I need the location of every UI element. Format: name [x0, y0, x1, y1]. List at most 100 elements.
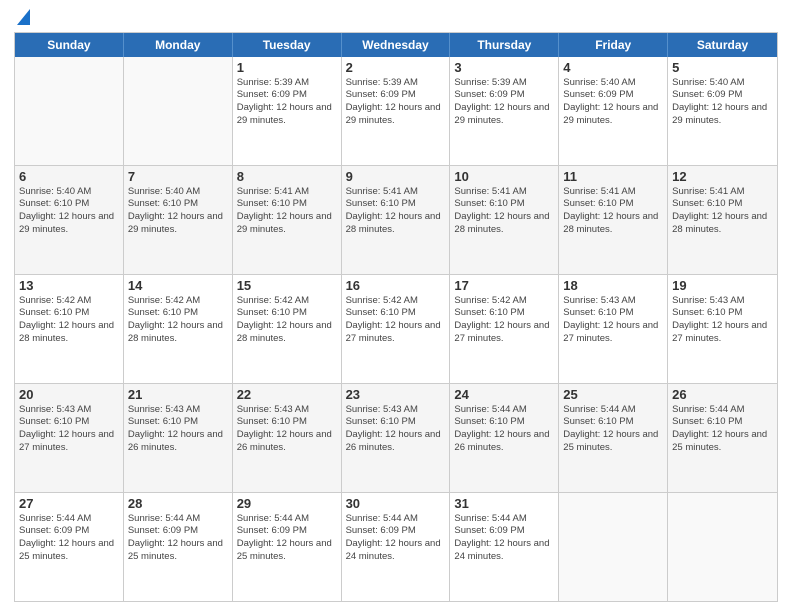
header-tuesday: Tuesday [233, 33, 342, 57]
calendar-cell: 28Sunrise: 5:44 AM Sunset: 6:09 PM Dayli… [124, 493, 233, 601]
day-info: Sunrise: 5:44 AM Sunset: 6:09 PM Dayligh… [454, 513, 554, 564]
day-number: 24 [454, 387, 554, 403]
calendar-cell: 5Sunrise: 5:40 AM Sunset: 6:09 PM Daylig… [668, 57, 777, 165]
day-info: Sunrise: 5:44 AM Sunset: 6:09 PM Dayligh… [237, 513, 337, 564]
calendar-cell: 23Sunrise: 5:43 AM Sunset: 6:10 PM Dayli… [342, 384, 451, 492]
day-number: 25 [563, 387, 663, 403]
day-number: 20 [19, 387, 119, 403]
day-number: 17 [454, 278, 554, 294]
day-number: 1 [237, 60, 337, 76]
logo [14, 10, 30, 26]
day-number: 31 [454, 496, 554, 512]
calendar-cell: 25Sunrise: 5:44 AM Sunset: 6:10 PM Dayli… [559, 384, 668, 492]
day-info: Sunrise: 5:44 AM Sunset: 6:09 PM Dayligh… [346, 513, 446, 564]
calendar-cell: 1Sunrise: 5:39 AM Sunset: 6:09 PM Daylig… [233, 57, 342, 165]
day-info: Sunrise: 5:41 AM Sunset: 6:10 PM Dayligh… [346, 186, 446, 237]
day-number: 7 [128, 169, 228, 185]
day-info: Sunrise: 5:43 AM Sunset: 6:10 PM Dayligh… [346, 404, 446, 455]
calendar-cell: 26Sunrise: 5:44 AM Sunset: 6:10 PM Dayli… [668, 384, 777, 492]
calendar-cell: 3Sunrise: 5:39 AM Sunset: 6:09 PM Daylig… [450, 57, 559, 165]
calendar-week-1: 1Sunrise: 5:39 AM Sunset: 6:09 PM Daylig… [15, 57, 777, 165]
day-number: 23 [346, 387, 446, 403]
calendar-cell: 9Sunrise: 5:41 AM Sunset: 6:10 PM Daylig… [342, 166, 451, 274]
calendar-cell: 8Sunrise: 5:41 AM Sunset: 6:10 PM Daylig… [233, 166, 342, 274]
header-thursday: Thursday [450, 33, 559, 57]
day-number: 13 [19, 278, 119, 294]
calendar-cell: 12Sunrise: 5:41 AM Sunset: 6:10 PM Dayli… [668, 166, 777, 274]
day-number: 6 [19, 169, 119, 185]
day-number: 18 [563, 278, 663, 294]
day-info: Sunrise: 5:43 AM Sunset: 6:10 PM Dayligh… [237, 404, 337, 455]
day-number: 2 [346, 60, 446, 76]
calendar-cell: 11Sunrise: 5:41 AM Sunset: 6:10 PM Dayli… [559, 166, 668, 274]
day-info: Sunrise: 5:41 AM Sunset: 6:10 PM Dayligh… [563, 186, 663, 237]
calendar-cell: 22Sunrise: 5:43 AM Sunset: 6:10 PM Dayli… [233, 384, 342, 492]
day-info: Sunrise: 5:42 AM Sunset: 6:10 PM Dayligh… [19, 295, 119, 346]
calendar-cell: 2Sunrise: 5:39 AM Sunset: 6:09 PM Daylig… [342, 57, 451, 165]
calendar-cell: 27Sunrise: 5:44 AM Sunset: 6:09 PM Dayli… [15, 493, 124, 601]
calendar-cell: 30Sunrise: 5:44 AM Sunset: 6:09 PM Dayli… [342, 493, 451, 601]
calendar: Sunday Monday Tuesday Wednesday Thursday… [14, 32, 778, 602]
header-wednesday: Wednesday [342, 33, 451, 57]
day-info: Sunrise: 5:41 AM Sunset: 6:10 PM Dayligh… [454, 186, 554, 237]
day-info: Sunrise: 5:40 AM Sunset: 6:10 PM Dayligh… [128, 186, 228, 237]
header-friday: Friday [559, 33, 668, 57]
calendar-cell: 7Sunrise: 5:40 AM Sunset: 6:10 PM Daylig… [124, 166, 233, 274]
calendar-cell: 18Sunrise: 5:43 AM Sunset: 6:10 PM Dayli… [559, 275, 668, 383]
day-number: 26 [672, 387, 773, 403]
day-number: 21 [128, 387, 228, 403]
day-info: Sunrise: 5:39 AM Sunset: 6:09 PM Dayligh… [346, 77, 446, 128]
calendar-cell: 15Sunrise: 5:42 AM Sunset: 6:10 PM Dayli… [233, 275, 342, 383]
calendar-cell: 29Sunrise: 5:44 AM Sunset: 6:09 PM Dayli… [233, 493, 342, 601]
day-info: Sunrise: 5:42 AM Sunset: 6:10 PM Dayligh… [454, 295, 554, 346]
calendar-week-2: 6 Sunrise: 5:40 AM Sunset: 6:10 PM Daylig… [15, 165, 777, 274]
day-info: Sunrise: 5:42 AM Sunset: 6:10 PM Dayligh… [237, 295, 337, 346]
day-info: Sunrise: 5:43 AM Sunset: 6:10 PM Dayligh… [672, 295, 773, 346]
day-info: Sunrise: 5:43 AM Sunset: 6:10 PM Dayligh… [19, 404, 119, 455]
calendar-cell [15, 57, 124, 165]
day-info: Sunrise: 5:43 AM Sunset: 6:10 PM Dayligh… [128, 404, 228, 455]
header-sunday: Sunday [15, 33, 124, 57]
logo-triangle-icon [17, 9, 30, 25]
day-number: 5 [672, 60, 773, 76]
day-info: Sunrise: 5:39 AM Sunset: 6:09 PM Dayligh… [454, 77, 554, 128]
calendar-cell [124, 57, 233, 165]
page: Sunday Monday Tuesday Wednesday Thursday… [0, 0, 792, 612]
day-number: 9 [346, 169, 446, 185]
calendar-body: 1Sunrise: 5:39 AM Sunset: 6:09 PM Daylig… [15, 57, 777, 601]
day-info: Sunrise: 5:44 AM Sunset: 6:10 PM Dayligh… [454, 404, 554, 455]
day-number: 15 [237, 278, 337, 294]
calendar-cell: 31Sunrise: 5:44 AM Sunset: 6:09 PM Dayli… [450, 493, 559, 601]
day-info: Sunrise: 5:44 AM Sunset: 6:09 PM Dayligh… [128, 513, 228, 564]
day-info: Sunrise: 5:41 AM Sunset: 6:10 PM Dayligh… [237, 186, 337, 237]
calendar-cell: 4Sunrise: 5:40 AM Sunset: 6:09 PM Daylig… [559, 57, 668, 165]
calendar-week-3: 13Sunrise: 5:42 AM Sunset: 6:10 PM Dayli… [15, 274, 777, 383]
calendar-cell: 16Sunrise: 5:42 AM Sunset: 6:10 PM Dayli… [342, 275, 451, 383]
day-info: Sunrise: 5:44 AM Sunset: 6:09 PM Dayligh… [19, 513, 119, 564]
calendar-cell [559, 493, 668, 601]
calendar-cell: 6Sunrise: 5:40 AM Sunset: 6:10 PM Daylig… [15, 166, 124, 274]
day-number: 11 [563, 169, 663, 185]
day-number: 4 [563, 60, 663, 76]
day-number: 22 [237, 387, 337, 403]
calendar-cell [668, 493, 777, 601]
calendar-cell: 17Sunrise: 5:42 AM Sunset: 6:10 PM Dayli… [450, 275, 559, 383]
day-info: Sunrise: 5:41 AM Sunset: 6:10 PM Dayligh… [672, 186, 773, 237]
header [14, 10, 778, 26]
day-info: Sunrise: 5:44 AM Sunset: 6:10 PM Dayligh… [672, 404, 773, 455]
day-number: 12 [672, 169, 773, 185]
day-number: 16 [346, 278, 446, 294]
header-monday: Monday [124, 33, 233, 57]
day-number: 8 [237, 169, 337, 185]
day-info: Sunrise: 5:42 AM Sunset: 6:10 PM Dayligh… [128, 295, 228, 346]
day-number: 3 [454, 60, 554, 76]
day-number: 28 [128, 496, 228, 512]
day-info: Sunrise: 5:42 AM Sunset: 6:10 PM Dayligh… [346, 295, 446, 346]
header-saturday: Saturday [668, 33, 777, 57]
day-number: 14 [128, 278, 228, 294]
day-number: 30 [346, 496, 446, 512]
calendar-cell: 24Sunrise: 5:44 AM Sunset: 6:10 PM Dayli… [450, 384, 559, 492]
day-number: 19 [672, 278, 773, 294]
calendar-cell: 13Sunrise: 5:42 AM Sunset: 6:10 PM Dayli… [15, 275, 124, 383]
day-info: Sunrise: 5:39 AM Sunset: 6:09 PM Dayligh… [237, 77, 337, 128]
